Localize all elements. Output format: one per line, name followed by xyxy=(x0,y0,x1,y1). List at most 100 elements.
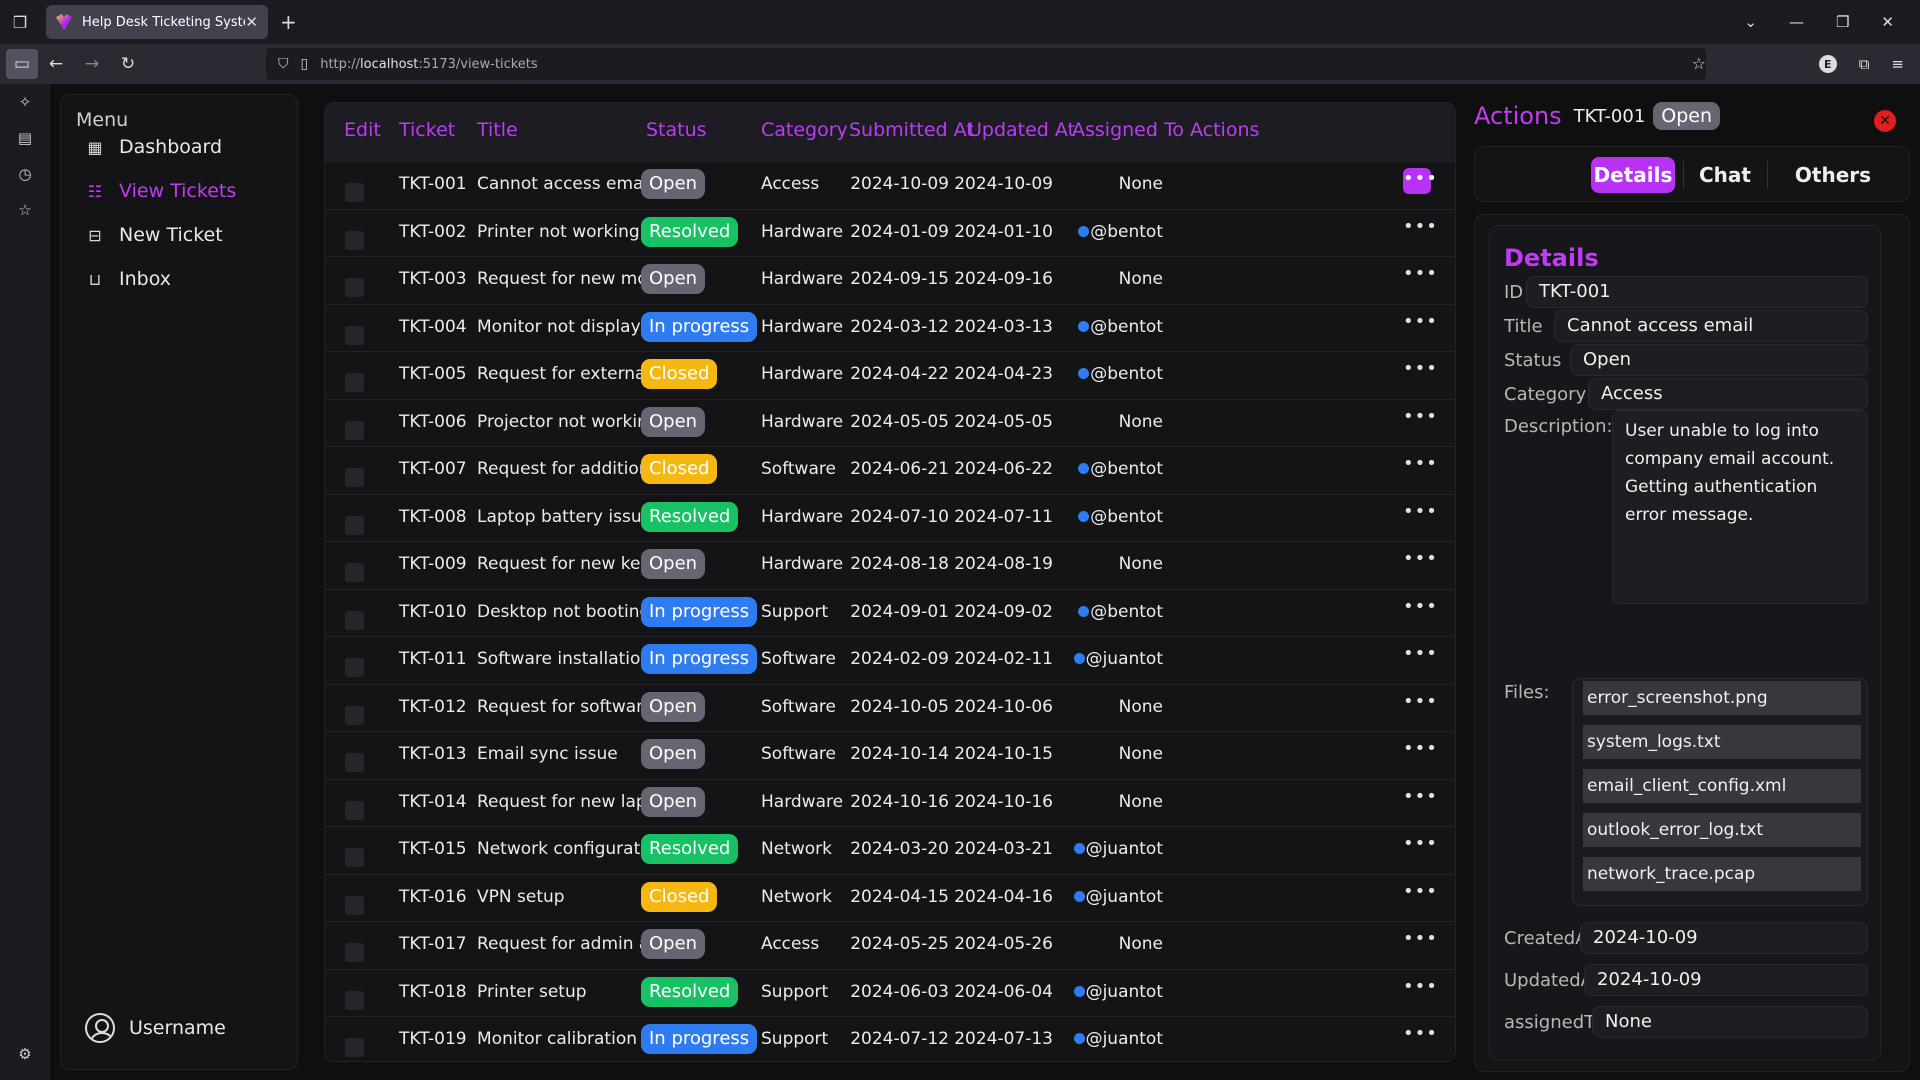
file-item[interactable]: error_screenshot.png xyxy=(1583,681,1861,715)
table-row[interactable]: TKT-008 Laptop battery issue Resolved Hardw… xyxy=(325,493,1455,542)
row-checkbox[interactable] xyxy=(345,848,364,867)
row-checkbox[interactable] xyxy=(345,753,364,772)
close-tab-icon[interactable]: ✕ xyxy=(245,13,258,31)
row-actions-icon[interactable]: ••• xyxy=(1403,643,1437,669)
ticket-id[interactable]: TKT-018 xyxy=(399,982,467,1002)
url-bar[interactable]: ⛉ ▯ http://localhost:5173/view-tickets ☆ xyxy=(266,48,1706,80)
ticket-id[interactable]: TKT-016 xyxy=(399,887,467,907)
back-icon[interactable]: ← xyxy=(38,49,74,79)
row-actions-icon[interactable]: ••• xyxy=(1403,738,1437,764)
file-item[interactable]: network_trace.pcap xyxy=(1583,857,1861,891)
row-checkbox[interactable] xyxy=(345,800,364,820)
bookmark-star-icon[interactable]: ☆ xyxy=(1692,54,1706,73)
row-actions-icon[interactable]: ••• xyxy=(1403,691,1437,717)
row-checkbox[interactable] xyxy=(345,705,364,725)
file-item[interactable]: system_logs.txt xyxy=(1583,725,1861,759)
browser-tab[interactable]: Help Desk Ticketing System ✕ xyxy=(46,5,268,39)
ticket-id[interactable]: TKT-013 xyxy=(399,744,467,764)
ticket-id[interactable]: TKT-001 xyxy=(399,174,467,194)
table-row[interactable]: TKT-006 Projector not working Open Hardware… xyxy=(325,398,1455,447)
row-checkbox[interactable] xyxy=(345,373,364,392)
table-row[interactable]: TKT-010 Desktop not booting In progress Sup… xyxy=(325,588,1455,637)
ticket-id[interactable]: TKT-010 xyxy=(399,602,467,622)
table-row[interactable]: TKT-015 Network configurati... Resolved Net… xyxy=(325,826,1455,874)
header-status[interactable]: Status xyxy=(646,119,707,141)
category-field[interactable]: Access xyxy=(1588,378,1868,410)
user-profile[interactable]: Username xyxy=(85,1013,226,1043)
row-checkbox[interactable] xyxy=(345,515,364,535)
row-actions-icon[interactable]: ••• xyxy=(1403,406,1437,432)
row-actions-icon[interactable]: ••• xyxy=(1403,881,1437,907)
tab-details[interactable]: Details xyxy=(1591,157,1675,193)
table-row[interactable]: TKT-014 Request for new lap... Open Hardwar… xyxy=(325,778,1455,827)
ticket-id[interactable]: TKT-003 xyxy=(399,269,467,289)
table-row[interactable]: TKT-009 Request for new key... Open Hardwar… xyxy=(325,541,1455,589)
bookmarks-icon[interactable]: ☆ xyxy=(0,192,50,228)
tab-list-icon[interactable]: ❒ xyxy=(0,0,40,44)
row-actions-icon[interactable]: ••• xyxy=(1403,311,1437,337)
row-actions-icon[interactable]: ••• xyxy=(1403,168,1437,194)
file-item[interactable]: outlook_error_log.txt xyxy=(1583,813,1861,847)
app-menu-icon[interactable]: ≡ xyxy=(1891,55,1904,73)
table-row[interactable]: TKT-017 Request for admin a... Open Access 2… xyxy=(325,921,1455,969)
table-row[interactable]: TKT-019 Monitor calibration In progress Sup… xyxy=(325,1016,1455,1061)
menu-item-new-ticket[interactable]: ⊟ New Ticket xyxy=(85,220,222,250)
tab-others[interactable]: Others xyxy=(1775,157,1891,193)
new-tab-icon[interactable]: + xyxy=(280,10,297,34)
row-checkbox[interactable] xyxy=(345,943,364,962)
id-field[interactable]: TKT-001 xyxy=(1526,276,1868,308)
row-checkbox[interactable] xyxy=(345,230,364,250)
ticket-id[interactable]: TKT-012 xyxy=(399,697,467,717)
ai-chat-icon[interactable]: ✧ xyxy=(0,84,50,120)
table-row[interactable]: TKT-018 Printer setup Resolved Support 2024-… xyxy=(325,968,1455,1017)
row-actions-icon[interactable]: ••• xyxy=(1403,596,1437,622)
row-actions-icon[interactable]: ••• xyxy=(1403,263,1437,289)
settings-gear-icon[interactable]: ⚙ xyxy=(0,1036,50,1072)
description-field[interactable]: User unable to log into company email ac… xyxy=(1612,410,1868,604)
row-checkbox[interactable] xyxy=(345,658,364,677)
row-actions-icon[interactable]: ••• xyxy=(1403,548,1437,574)
row-actions-icon[interactable]: ••• xyxy=(1403,453,1437,479)
row-checkbox[interactable] xyxy=(345,895,364,915)
status-field[interactable]: Open xyxy=(1570,344,1868,376)
ticket-id[interactable]: TKT-014 xyxy=(399,792,467,812)
row-actions-icon[interactable]: ••• xyxy=(1403,501,1437,527)
table-row[interactable]: TKT-001 Cannot access email Open Access 2024… xyxy=(325,161,1455,209)
extension-badge-icon[interactable]: E xyxy=(1818,55,1837,73)
row-actions-icon[interactable]: ••• xyxy=(1403,976,1437,1002)
table-row[interactable]: TKT-004 Monitor not displayi... In progres… xyxy=(325,303,1455,352)
tab-dropdown-icon[interactable]: ⌄ xyxy=(1744,13,1757,31)
history-icon[interactable]: ◷ xyxy=(0,156,50,192)
ticket-id[interactable]: TKT-019 xyxy=(399,1029,467,1049)
restore-icon[interactable]: ❐ xyxy=(1836,13,1849,31)
menu-item-view-tickets[interactable]: ☷ View Tickets xyxy=(85,176,236,206)
row-actions-icon[interactable]: ••• xyxy=(1403,358,1437,384)
minimize-icon[interactable]: — xyxy=(1789,13,1804,31)
ticket-id[interactable]: TKT-008 xyxy=(399,507,467,527)
row-actions-icon[interactable]: ••• xyxy=(1403,833,1437,859)
header-assigned-to[interactable]: Assigned To xyxy=(1072,119,1184,141)
extensions-icon[interactable]: ⧉ xyxy=(1859,55,1870,73)
table-row[interactable]: TKT-007 Request for addition... Closed Soft… xyxy=(325,446,1455,494)
close-panel-icon[interactable]: ✕ xyxy=(1874,110,1896,132)
row-actions-icon[interactable]: ••• xyxy=(1403,786,1437,812)
forward-icon[interactable]: → xyxy=(74,49,110,79)
close-window-icon[interactable]: ✕ xyxy=(1881,13,1894,31)
shield-icon[interactable]: ⛉ xyxy=(278,56,289,72)
row-checkbox[interactable] xyxy=(345,468,364,487)
header-submitted-at[interactable]: Submitted At xyxy=(849,119,974,141)
ticket-id[interactable]: TKT-011 xyxy=(399,649,467,669)
ticket-id[interactable]: TKT-007 xyxy=(399,459,467,479)
ticket-id[interactable]: TKT-017 xyxy=(399,934,467,954)
row-checkbox[interactable] xyxy=(345,563,364,582)
header-edit[interactable]: Edit xyxy=(344,119,381,141)
table-row[interactable]: TKT-012 Request for softwar... Open Softwar… xyxy=(325,683,1455,732)
row-actions-icon[interactable]: ••• xyxy=(1403,928,1437,954)
menu-item-dashboard[interactable]: ▦ Dashboard xyxy=(85,132,222,162)
row-checkbox[interactable] xyxy=(345,610,364,630)
row-checkbox[interactable] xyxy=(345,1038,364,1057)
reload-icon[interactable]: ↻ xyxy=(110,49,146,79)
synced-tabs-icon[interactable]: ▤ xyxy=(0,120,50,156)
row-actions-icon[interactable]: ••• xyxy=(1403,1023,1437,1049)
ticket-id[interactable]: TKT-015 xyxy=(399,839,467,859)
